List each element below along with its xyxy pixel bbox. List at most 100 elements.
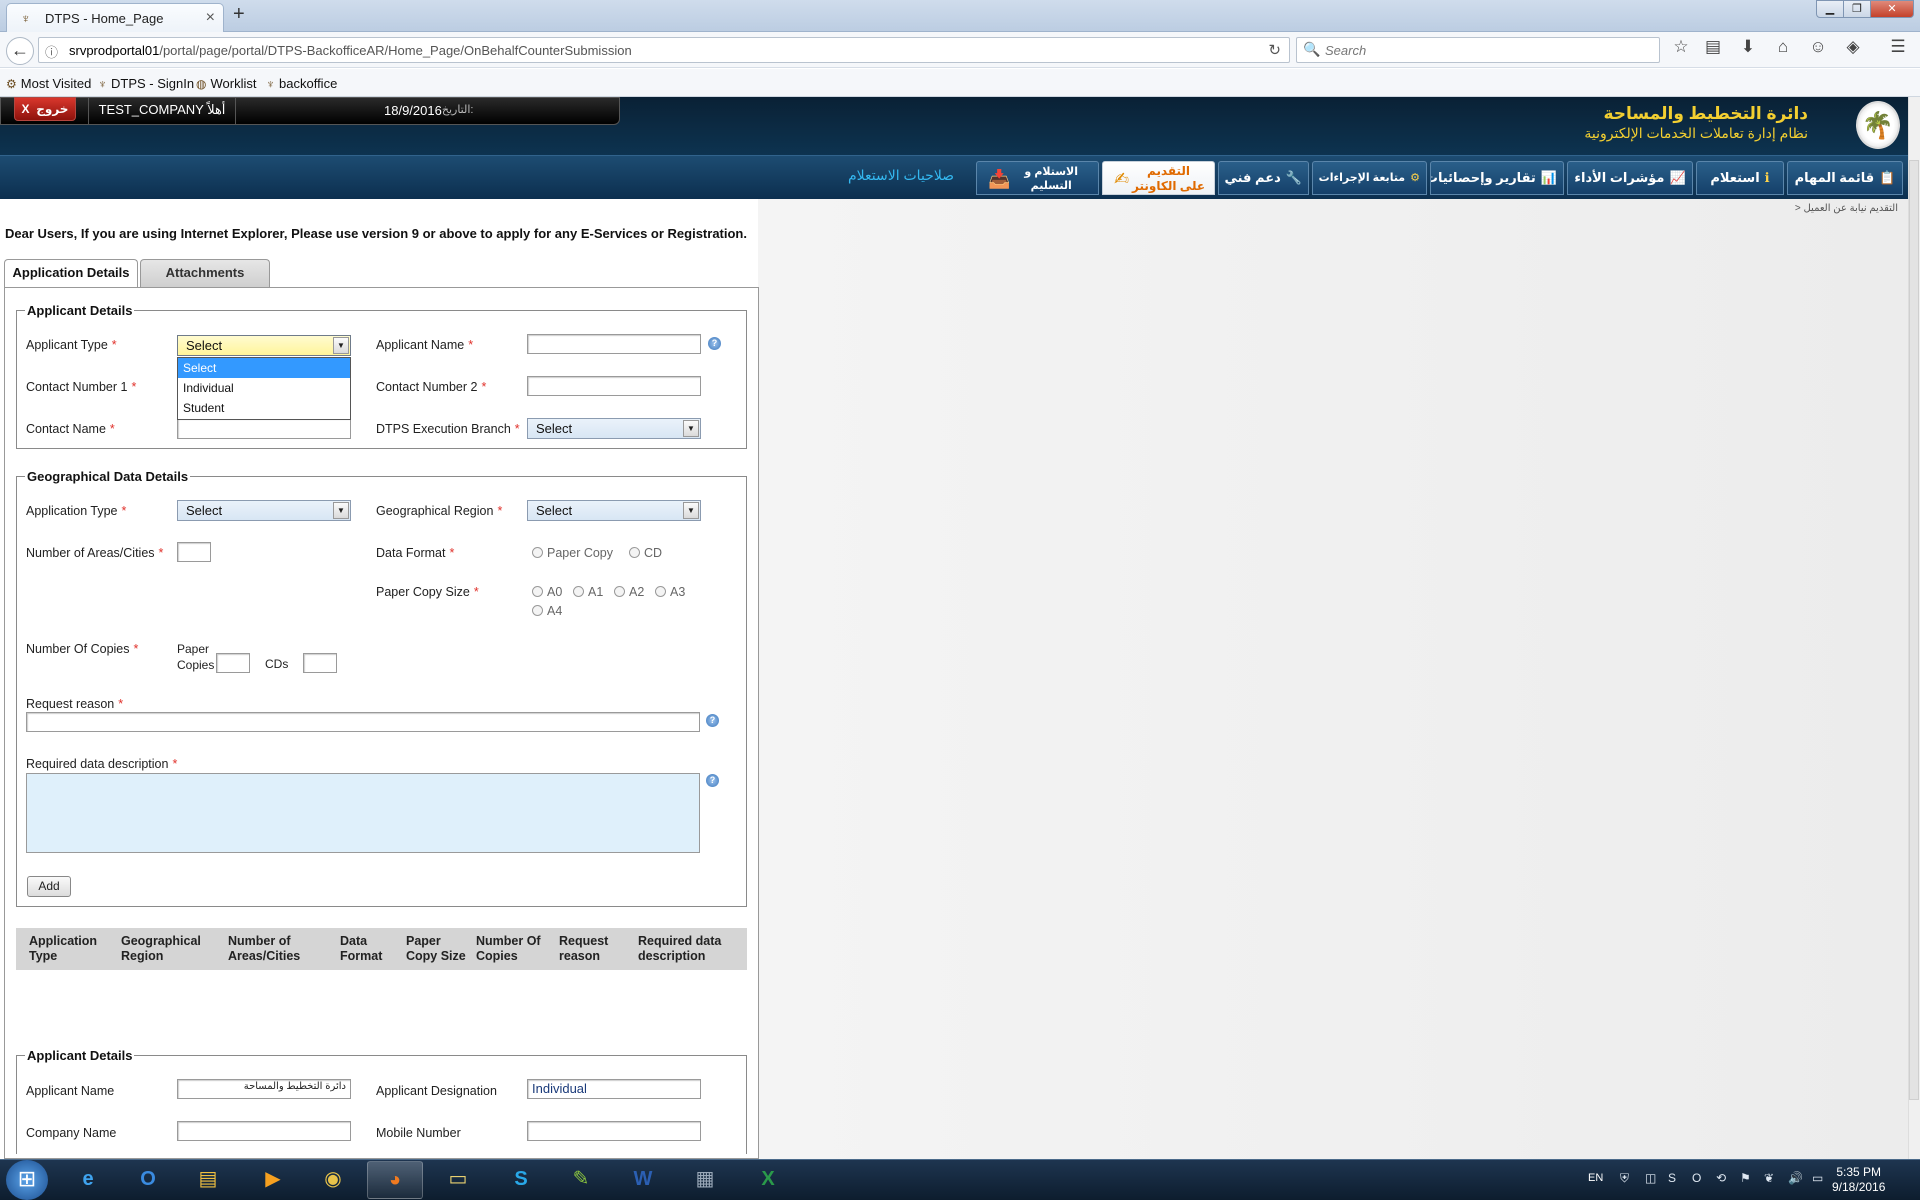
tab-application-details[interactable]: Application Details — [4, 259, 138, 287]
help-icon[interactable]: ? — [706, 714, 719, 727]
bookmark-most-visited[interactable]: ⚙ Most Visited — [6, 76, 91, 91]
column-header[interactable]: Number Of Copies — [476, 934, 541, 964]
applicant-designation-input[interactable]: Individual — [527, 1079, 701, 1099]
help-icon[interactable]: ? — [708, 337, 721, 350]
volume-icon[interactable]: 🔊 — [1788, 1171, 1803, 1185]
radio-a1[interactable]: A1 — [573, 585, 603, 599]
column-header[interactable]: Geographical Region — [121, 934, 201, 964]
menu-counter-submission[interactable]: ✍ التقديم على الكاونتر — [1102, 161, 1215, 195]
skype-tray-icon[interactable]: S — [1668, 1171, 1676, 1185]
notepad-icon[interactable]: ✎ — [553, 1161, 609, 1199]
application-type-select[interactable]: Select ▼ — [177, 500, 351, 521]
add-button[interactable]: Add — [27, 876, 71, 897]
dropdown-option[interactable]: Individual — [178, 378, 350, 398]
chevron-down-icon[interactable]: ▼ — [683, 420, 699, 437]
word-icon[interactable]: W — [615, 1161, 671, 1199]
breadcrumb[interactable]: التقديم نيابة عن العميل < — [1795, 203, 1898, 214]
execution-branch-select[interactable]: Select ▼ — [527, 418, 701, 439]
radio-a4[interactable]: A4 — [532, 604, 562, 618]
menu-reports[interactable]: 📊تقارير وإحصائيات — [1430, 161, 1564, 195]
menu-receive-deliver[interactable]: 📥 الاستلام و التسليم — [976, 161, 1099, 195]
logout-button[interactable]: X خروج — [14, 97, 76, 121]
column-header[interactable]: Request reason — [559, 934, 608, 964]
column-header[interactable]: Paper Copy Size — [406, 934, 466, 964]
monitor-icon[interactable]: ▭ — [1812, 1171, 1823, 1185]
outlook-tray-icon[interactable]: O — [1692, 1171, 1701, 1185]
radio-a3[interactable]: A3 — [655, 585, 685, 599]
radio-paper-copy[interactable]: Paper Copy — [532, 546, 613, 560]
request-reason-input[interactable] — [26, 712, 700, 732]
menu-procedures-tracking[interactable]: ⚙متابعة الإجراءات — [1312, 161, 1427, 195]
contact-name-input[interactable] — [177, 419, 351, 439]
internet-explorer-icon[interactable]: e — [60, 1161, 116, 1199]
dropdown-option[interactable]: Select — [178, 358, 350, 378]
chrome-icon[interactable]: ◉ — [305, 1161, 361, 1199]
folder-icon[interactable]: ▭ — [430, 1161, 486, 1199]
menu-hamburger-icon[interactable]: ☰ — [1885, 37, 1911, 57]
bookmark-backoffice[interactable]: ♆ backoffice — [266, 76, 337, 91]
search-input[interactable]: 🔍 Search — [1296, 37, 1660, 63]
excel-icon[interactable]: X — [740, 1161, 796, 1199]
num-areas-input[interactable] — [177, 542, 211, 562]
home-icon[interactable]: ⌂ — [1770, 37, 1796, 57]
chevron-down-icon[interactable]: ▼ — [683, 502, 699, 519]
window-close-button[interactable]: ✕ — [1870, 0, 1914, 18]
reading-list-icon[interactable]: ▤ — [1700, 37, 1726, 57]
required-desc-textarea[interactable] — [26, 773, 700, 853]
outlook-icon[interactable]: O — [120, 1161, 176, 1199]
tab-attachments[interactable]: Attachments — [140, 259, 270, 287]
radio-a2[interactable]: A2 — [614, 585, 644, 599]
back-button[interactable]: ← — [6, 37, 34, 65]
system-clock[interactable]: 5:35 PM 9/18/2016 — [1832, 1165, 1885, 1195]
media-player-icon[interactable]: ▶ — [245, 1161, 301, 1199]
column-header[interactable]: Data Format — [340, 934, 382, 964]
bookmark-worklist[interactable]: ◍ Worklist — [196, 76, 256, 91]
window-maximize-button[interactable]: ❐ — [1843, 0, 1871, 18]
file-explorer-icon[interactable]: ▤ — [180, 1161, 236, 1199]
applicant-type-select[interactable]: Select ▼ — [177, 335, 351, 356]
reload-icon[interactable]: ↻ — [1268, 41, 1281, 59]
start-button-icon[interactable]: ⊞ — [6, 1160, 48, 1200]
security-shield-icon[interactable]: ⛨ — [1620, 1171, 1629, 1186]
inquiry-permissions-link[interactable]: صلاحيات الاستعلام — [848, 167, 954, 184]
pocket-icon[interactable]: ◈ — [1840, 37, 1866, 57]
network-icon[interactable]: ◫ — [1645, 1171, 1656, 1185]
column-header[interactable]: Number of Areas/Cities — [228, 934, 300, 964]
new-tab-button[interactable]: + — [233, 3, 245, 26]
company-name-input[interactable] — [177, 1121, 351, 1141]
close-tab-icon[interactable]: × — [206, 9, 215, 27]
input-language[interactable]: EN — [1588, 1172, 1603, 1184]
menu-tech-support[interactable]: 🔧دعم فني — [1218, 161, 1309, 195]
menu-inquiry[interactable]: ℹاستعلام — [1696, 161, 1784, 195]
flag-icon[interactable]: ⚑ — [1740, 1171, 1751, 1185]
cds-input[interactable] — [303, 653, 337, 673]
column-header[interactable]: Application Type — [29, 934, 97, 964]
scrollbar-thumb[interactable] — [1909, 160, 1919, 1100]
mobile-number-input[interactable] — [527, 1121, 701, 1141]
chevron-down-icon[interactable]: ▼ — [333, 337, 349, 354]
contact-number-2-input[interactable] — [527, 376, 701, 396]
firefox-icon[interactable]: ◕ — [367, 1161, 423, 1199]
hello-icon[interactable]: ☺ — [1805, 37, 1831, 57]
paper-copies-input[interactable] — [216, 653, 250, 673]
calculator-icon[interactable]: ▦ — [677, 1161, 733, 1199]
downloads-icon[interactable]: ⬇ — [1735, 37, 1761, 57]
radio-a0[interactable]: A0 — [532, 585, 562, 599]
radio-cd[interactable]: CD — [629, 546, 662, 560]
chevron-down-icon[interactable]: ▼ — [333, 502, 349, 519]
menu-kpis[interactable]: 📈مؤشرات الأداء — [1567, 161, 1693, 195]
dropdown-option[interactable]: Student — [178, 398, 350, 418]
window-minimize-button[interactable]: ▁ — [1816, 0, 1844, 18]
geographical-region-select[interactable]: Select ▼ — [527, 500, 701, 521]
bookmark-dtps-signin[interactable]: ♆ DTPS - SignIn — [98, 76, 194, 91]
leaf-icon[interactable]: ❦ — [1764, 1171, 1774, 1185]
address-bar[interactable]: ⓘ srvprodportal01/portal/page/portal/DTP… — [38, 37, 1290, 63]
browser-tab[interactable]: ♆ DTPS - Home_Page × — [6, 3, 224, 32]
menu-task-list[interactable]: 📋قائمة المهام — [1787, 161, 1903, 195]
sync-icon[interactable]: ⟲ — [1716, 1171, 1726, 1185]
applicant-name-input-2[interactable]: دائرة التخطيط والمساحة — [177, 1079, 351, 1099]
site-info-icon[interactable]: ⓘ — [45, 42, 58, 61]
column-header[interactable]: Required data description — [638, 934, 721, 964]
applicant-type-dropdown[interactable]: Select Individual Student — [177, 357, 351, 420]
bookmark-star-icon[interactable]: ☆ — [1668, 37, 1694, 57]
